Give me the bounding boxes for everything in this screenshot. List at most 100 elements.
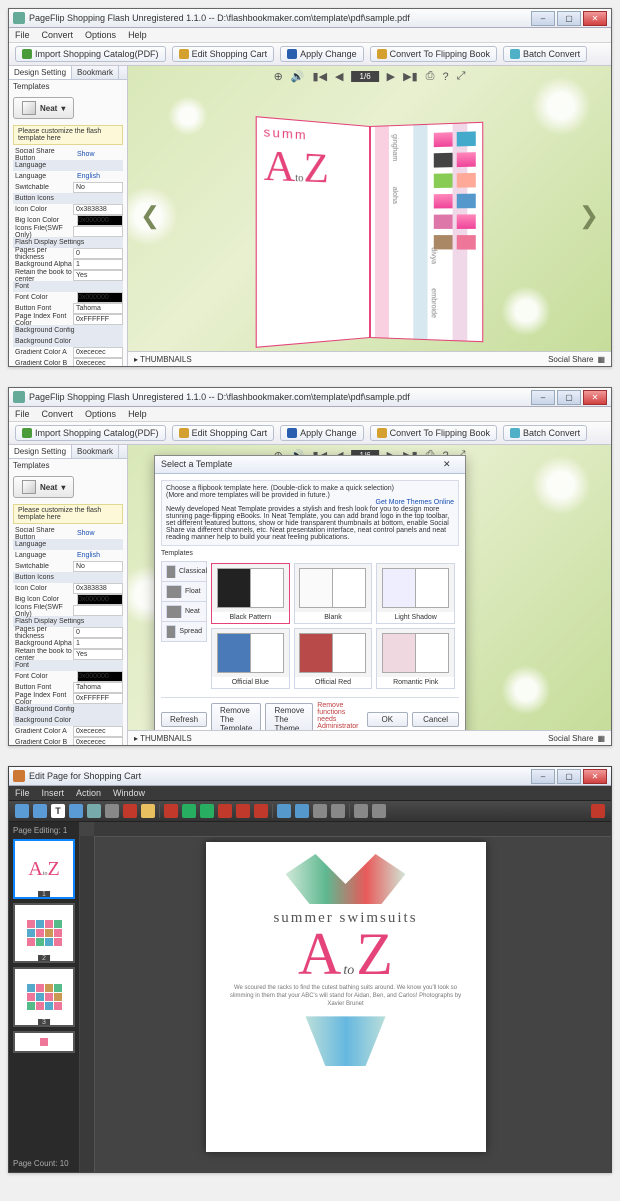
cat-float[interactable]: Float <box>161 581 207 601</box>
ok-button[interactable]: OK <box>367 712 409 727</box>
menu-file[interactable]: File <box>15 409 30 419</box>
swf-tool-icon[interactable] <box>123 804 137 818</box>
menu-options[interactable]: Options <box>85 409 116 419</box>
cat-classical[interactable]: Classical <box>161 561 207 581</box>
image-tool-icon[interactable] <box>69 804 83 818</box>
prop-row[interactable]: Background Color <box>13 715 123 726</box>
prop-row[interactable]: Button Icons <box>13 572 123 583</box>
prop-row[interactable]: Language <box>13 160 123 171</box>
prop-row[interactable]: Background Config <box>13 704 123 715</box>
template-cell[interactable]: Official Red <box>294 628 373 689</box>
batch-convert-button[interactable]: Batch Convert <box>503 425 587 441</box>
cat-spread[interactable]: Spread <box>161 621 207 642</box>
template-cell[interactable]: Black Pattern <box>211 563 290 624</box>
prop-row[interactable]: Social Share ButtonShow <box>13 528 123 539</box>
menu-window[interactable]: Window <box>113 788 145 798</box>
tab-design-setting[interactable]: Design Setting <box>9 445 72 458</box>
social-share-button[interactable]: Social Share <box>548 734 593 743</box>
convert-button[interactable]: Convert To Flipping Book <box>370 46 497 62</box>
customize-hint[interactable]: Please customize the flash template here <box>13 125 123 145</box>
edit-cart-button[interactable]: Edit Shopping Cart <box>172 46 275 62</box>
minimize-button[interactable]: – <box>531 769 555 784</box>
menu-action[interactable]: Action <box>76 788 101 798</box>
fullscreen-icon[interactable]: ⤢ <box>457 70 466 83</box>
prop-row[interactable]: Icons File(SWF Only) <box>13 226 123 237</box>
first-page-icon[interactable]: ▮◀ <box>313 70 328 83</box>
print-icon[interactable]: ⎙ <box>426 70 435 83</box>
prop-row[interactable]: Social Share ButtonShow <box>13 149 123 160</box>
zoom-in-icon[interactable] <box>372 804 386 818</box>
exit-icon[interactable] <box>591 804 605 818</box>
video-tool-icon[interactable] <box>105 804 119 818</box>
cancel-button[interactable]: Cancel <box>412 712 459 727</box>
template-cell[interactable]: Blank <box>294 563 373 624</box>
page-thumb-1[interactable]: AtoZ 1 <box>13 839 75 899</box>
redo-icon[interactable] <box>295 804 309 818</box>
apply-change-button[interactable]: Apply Change <box>280 425 364 441</box>
tab-bookmark[interactable]: Bookmark <box>72 66 119 79</box>
close-tool-icon[interactable] <box>254 804 268 818</box>
text-tool-icon[interactable]: T <box>51 804 65 818</box>
flash-tool-icon[interactable] <box>164 804 178 818</box>
help-icon[interactable]: ? <box>442 71 448 83</box>
minimize-button[interactable]: – <box>531 11 555 26</box>
thumbnails-toggle[interactable]: ▸ THUMBNAILS <box>134 355 192 364</box>
share-icon[interactable]: ▦ <box>597 734 605 743</box>
prop-row[interactable]: Background Color <box>13 336 123 347</box>
page-thumb-3[interactable]: 3 <box>13 967 75 1027</box>
cart-tool-icon[interactable] <box>200 804 214 818</box>
button-tool-icon[interactable] <box>141 804 155 818</box>
last-page-icon[interactable]: ▶▮ <box>403 70 418 83</box>
maximize-button[interactable]: ▢ <box>557 390 581 405</box>
editor-canvas[interactable]: summer swimsuits AtoZ We scoured the rac… <box>80 822 611 1172</box>
tab-design-setting[interactable]: Design Setting <box>9 66 72 79</box>
copy-icon[interactable] <box>313 804 327 818</box>
prop-row[interactable]: Pages per thickness0 <box>13 248 123 259</box>
delete-tool-icon[interactable] <box>236 804 250 818</box>
prop-row[interactable]: LanguageEnglish <box>13 550 123 561</box>
prop-row[interactable]: Font <box>13 660 123 671</box>
prop-row[interactable]: Gradient Color A0xececec <box>13 347 123 358</box>
menu-convert[interactable]: Convert <box>42 409 74 419</box>
cat-neat[interactable]: Neat <box>161 601 207 621</box>
sound-tool-icon[interactable] <box>87 804 101 818</box>
prop-row[interactable]: SwitchableNo <box>13 561 123 572</box>
prop-row[interactable]: Gradient Color A0xececec <box>13 726 123 737</box>
prop-row[interactable]: Page Index Font Color0xFFFFFF <box>13 314 123 325</box>
undo-icon[interactable] <box>277 804 291 818</box>
flipbook[interactable]: summ AtoZ gingham aloha divya embroide <box>260 126 480 336</box>
prop-row[interactable]: SwitchableNo <box>13 182 123 193</box>
convert-button[interactable]: Convert To Flipping Book <box>370 425 497 441</box>
prop-row[interactable]: Retain the book to centerYes <box>13 270 123 281</box>
tab-bookmark[interactable]: Bookmark <box>72 445 119 458</box>
menu-options[interactable]: Options <box>85 30 116 40</box>
prop-row[interactable]: Background Config <box>13 325 123 336</box>
menu-help[interactable]: Help <box>128 409 147 419</box>
share-icon[interactable]: ▦ <box>597 355 605 364</box>
menu-help[interactable]: Help <box>128 30 147 40</box>
price-tool-icon[interactable] <box>218 804 232 818</box>
refresh-button[interactable]: Refresh <box>161 712 207 727</box>
prop-row[interactable]: Gradient Color B0xececec <box>13 358 123 366</box>
prev-arrow[interactable]: ❮ <box>140 202 160 231</box>
prop-row[interactable]: Language <box>13 539 123 550</box>
page-content[interactable]: summer swimsuits AtoZ We scoured the rac… <box>206 842 486 1152</box>
next-arrow[interactable]: ❯ <box>579 202 599 231</box>
prop-row[interactable]: Icon Color0x383838 <box>13 204 123 215</box>
menu-file[interactable]: File <box>15 30 30 40</box>
page-thumb-4[interactable] <box>13 1031 75 1053</box>
maximize-button[interactable]: ▢ <box>557 769 581 784</box>
customize-hint[interactable]: Please customize the flash template here <box>13 504 123 524</box>
select-tool-icon[interactable] <box>15 804 29 818</box>
dialog-close-button[interactable]: ✕ <box>443 459 459 470</box>
apply-change-button[interactable]: Apply Change <box>280 46 364 62</box>
page-thumb-2[interactable]: 2 <box>13 903 75 963</box>
prop-row[interactable]: Page Index Font Color0xFFFFFF <box>13 693 123 704</box>
thumbnails-toggle[interactable]: ▸ THUMBNAILS <box>134 734 192 743</box>
prop-row[interactable]: Retain the book to centerYes <box>13 649 123 660</box>
zoom-in-icon[interactable]: ⊕ <box>274 70 283 83</box>
close-button[interactable]: ✕ <box>583 769 607 784</box>
menu-convert[interactable]: Convert <box>42 30 74 40</box>
prev-page-icon[interactable]: ◀ <box>335 70 343 83</box>
sound-icon[interactable]: 🔊 <box>291 70 305 83</box>
